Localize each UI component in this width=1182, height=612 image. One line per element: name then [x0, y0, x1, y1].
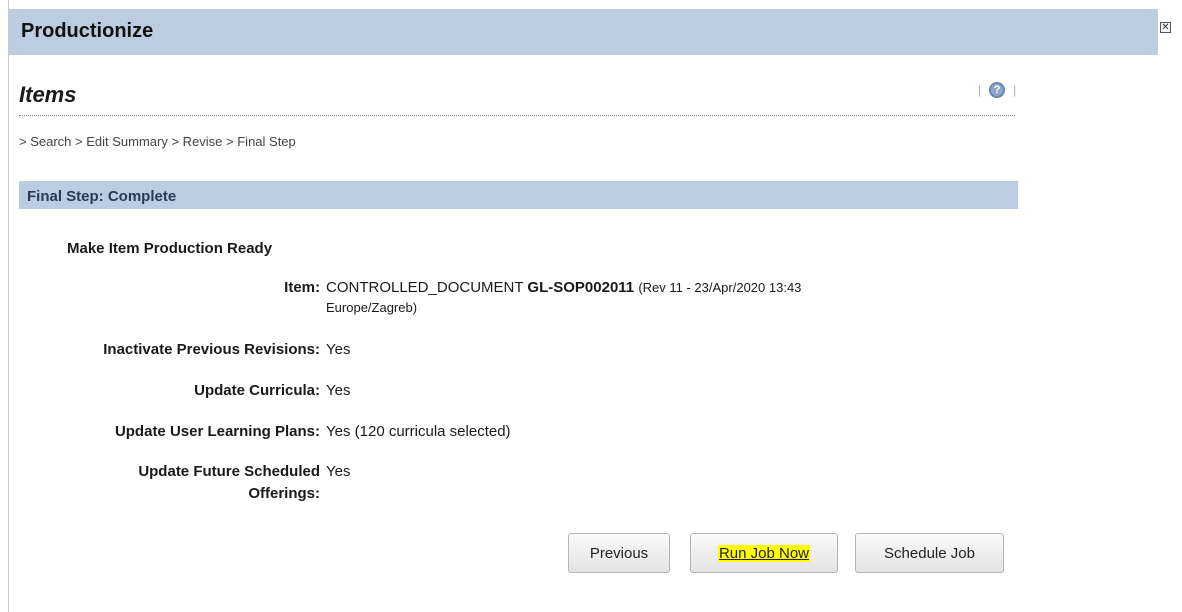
inactivate-value: Yes — [326, 341, 351, 358]
step-label: Final Step: Complete — [27, 188, 177, 205]
close-icon[interactable]: ✕ — [1160, 22, 1171, 33]
future-offerings-value: Yes — [326, 463, 351, 480]
help-area: | ? | — [978, 80, 1016, 100]
future-offerings-label: Update Future Scheduled Offerings: — [0, 461, 320, 505]
item-timezone: Europe/Zagreb) — [326, 300, 418, 315]
item-value: CONTROLLED_DOCUMENT GL-SOP002011 (Rev 11… — [326, 279, 801, 315]
window-titlebar: Productionize — [9, 9, 1158, 55]
breadcrumb-revise[interactable]: > Revise — [168, 134, 222, 149]
separator-right: | — [1013, 83, 1017, 97]
item-label: Item: — [284, 279, 320, 296]
run-job-now-label: Run Job Now — [717, 544, 811, 562]
separator-left: | — [978, 83, 982, 97]
item-id: GL-SOP002011 — [527, 279, 635, 296]
learning-plans-label: Update User Learning Plans: — [114, 423, 320, 440]
step-header: Final Step: Complete — [19, 181, 1018, 209]
schedule-job-button[interactable]: Schedule Job — [855, 533, 1004, 573]
title-divider — [19, 115, 1015, 116]
breadcrumb-search[interactable]: > Search — [19, 134, 71, 149]
inactivate-label: Inactivate Previous Revisions: — [103, 341, 320, 358]
breadcrumb: > Search > Edit Summary > Revise > Final… — [19, 134, 296, 149]
run-job-now-button[interactable]: Run Job Now — [690, 533, 838, 573]
breadcrumb-edit-summary[interactable]: > Edit Summary — [71, 134, 168, 149]
future-offerings-label-2: Offerings: — [248, 485, 320, 502]
item-type: CONTROLLED_DOCUMENT — [326, 279, 524, 296]
left-border — [8, 0, 9, 612]
form-heading: Make Item Production Ready — [67, 240, 273, 257]
window-title: Productionize — [21, 20, 154, 42]
help-icon[interactable]: ? — [989, 82, 1006, 98]
breadcrumb-final-step: > Final Step — [222, 134, 296, 149]
learning-plans-value: Yes (120 curricula selected) — [326, 423, 511, 440]
future-offerings-label-1: Update Future Scheduled — [138, 463, 320, 480]
previous-button[interactable]: Previous — [568, 533, 670, 573]
item-revision: (Rev 11 - 23/Apr/2020 13:43 — [638, 280, 802, 295]
page-title: Items — [19, 82, 77, 107]
curricula-value: Yes — [326, 382, 351, 399]
curricula-label: Update Curricula: — [194, 382, 320, 399]
